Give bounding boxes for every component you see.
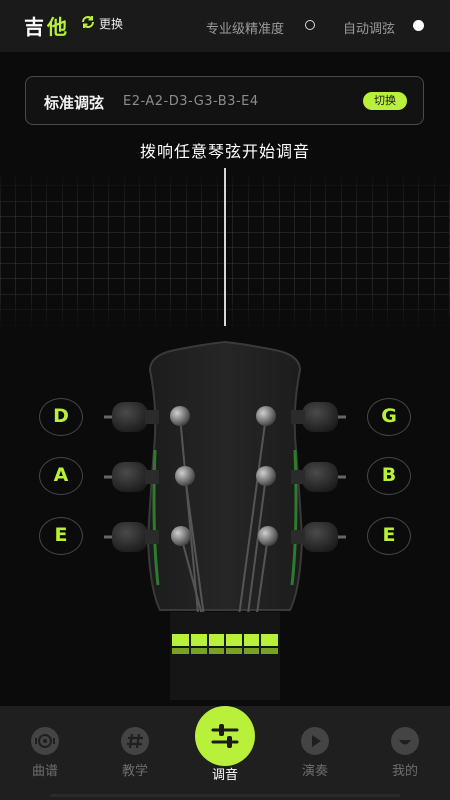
tuning-hint: 拨响任意琴弦开始调音 xyxy=(139,142,310,161)
nav-item-profile[interactable]: 我的 xyxy=(370,727,440,779)
string-a-button[interactable]: A xyxy=(39,457,83,495)
pro-precision-toggle[interactable] xyxy=(305,20,315,30)
nav-item-tuner[interactable] xyxy=(195,706,255,766)
auto-tune-toggle[interactable] xyxy=(413,20,424,31)
string-high-e-button[interactable]: E xyxy=(367,517,411,555)
score-icon xyxy=(31,727,59,755)
string-b-button[interactable]: B xyxy=(367,457,411,495)
swap-instrument-button[interactable]: 更换 xyxy=(80,14,123,33)
tuning-card: 标准调弦 E2-A2-D3-G3-B3-E4 切换 xyxy=(25,76,424,125)
nav-item-play[interactable]: 演奏 xyxy=(280,727,350,779)
string-low-e-button[interactable]: E xyxy=(39,517,83,555)
instrument-title-char1: 吉 xyxy=(24,15,47,39)
tuner-sliders-icon xyxy=(211,724,239,748)
home-indicator xyxy=(50,794,400,797)
play-icon xyxy=(301,727,329,755)
hash-icon xyxy=(121,727,149,755)
nav-label-play: 演奏 xyxy=(301,764,328,779)
tuning-needle xyxy=(224,168,226,326)
tuning-notes: E2-A2-D3-G3-B3-E4 xyxy=(123,94,259,109)
nav-label-lessons: 教学 xyxy=(121,764,148,779)
nav-label-profile: 我的 xyxy=(391,764,418,779)
switch-tuning-button[interactable]: 切换 xyxy=(363,92,407,110)
tuning-name: 标准调弦 xyxy=(44,94,105,112)
instrument-title-char2: 他 xyxy=(47,15,70,39)
nav-label-tuner: 调音 xyxy=(211,768,238,783)
smile-icon xyxy=(391,727,419,755)
guitar-headstock xyxy=(104,340,346,700)
nav-label-scores: 曲谱 xyxy=(31,764,58,779)
string-d-button[interactable]: D xyxy=(39,398,83,436)
instrument-title: 吉他 xyxy=(24,11,70,40)
refresh-icon xyxy=(80,14,96,33)
string-g-button[interactable]: G xyxy=(367,398,411,436)
auto-tune-label: 自动调弦 xyxy=(343,22,396,37)
swap-label: 更换 xyxy=(99,17,124,31)
pro-precision-label: 专业级精准度 xyxy=(206,22,285,37)
nav-item-scores[interactable]: 曲谱 xyxy=(10,727,80,779)
nav-item-lessons[interactable]: 教学 xyxy=(100,727,170,779)
top-bar: 吉他 更换 专业级精准度 自动调弦 xyxy=(0,0,450,52)
